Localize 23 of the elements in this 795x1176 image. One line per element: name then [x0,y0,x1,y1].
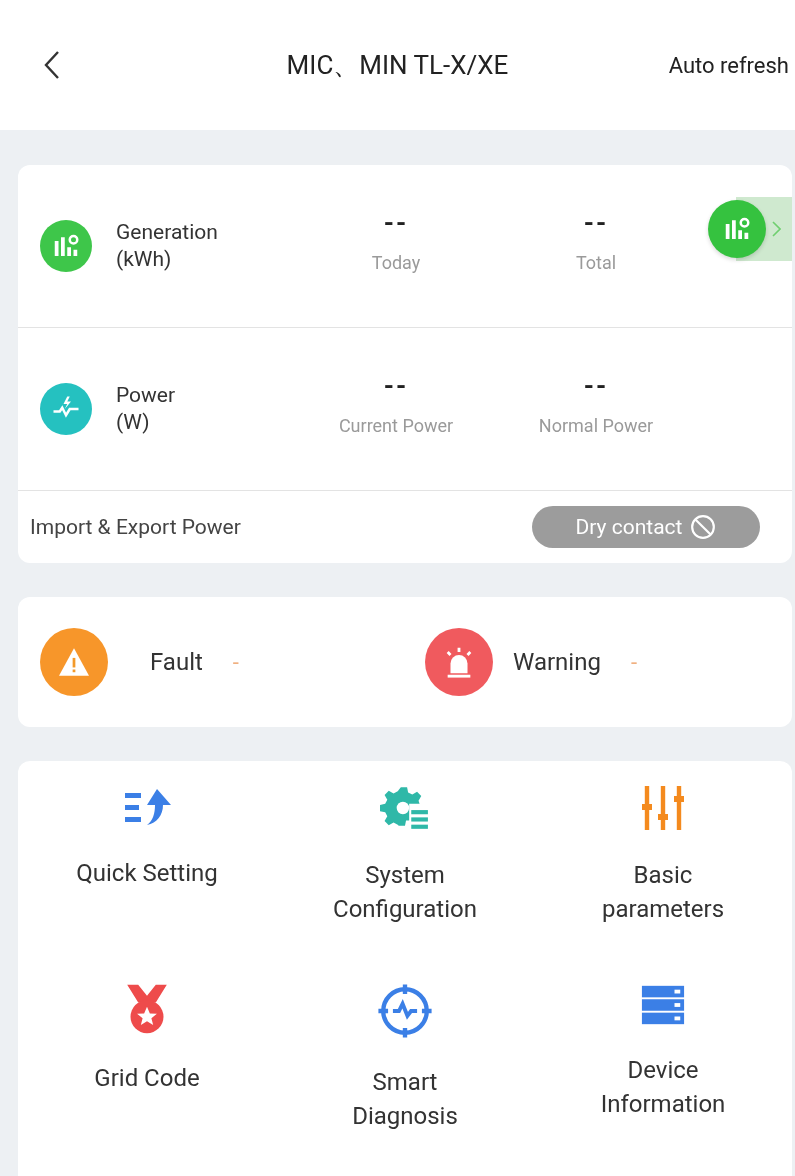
stat-label: Total [575,251,617,273]
summary-label: Power (W) [116,381,177,436]
menu-item[interactable]: Basic parameters [577,859,749,927]
stat-label: Current Power [338,414,454,436]
menu-item[interactable]: Smart Diagnosis [319,1066,491,1134]
menu-item[interactable]: Quick Setting [61,857,233,891]
stat-value: -- [583,370,609,401]
alert-count: - [232,649,239,675]
stat-value: -- [383,207,409,238]
alert-label: Warning [513,648,601,676]
stat-label: Normal Power [538,414,654,436]
menu-item[interactable]: Device Information [577,1054,749,1122]
summary-label: Generation (kWh) [116,218,219,273]
menu-item[interactable]: System Configuration [319,859,491,927]
auto-refresh-button[interactable]: Auto refresh [625,52,795,78]
alert-count: - [630,649,637,675]
stat-label: Today [371,251,421,273]
stat-value: -- [583,207,609,238]
menu-item[interactable]: Grid Code [61,1062,233,1096]
page-title: MIC、MIN TL-X/XE [285,48,510,82]
import-export-label: Import & Export Power [30,515,241,539]
stat-value: -- [383,370,409,401]
alert-label: Fault [150,648,203,676]
